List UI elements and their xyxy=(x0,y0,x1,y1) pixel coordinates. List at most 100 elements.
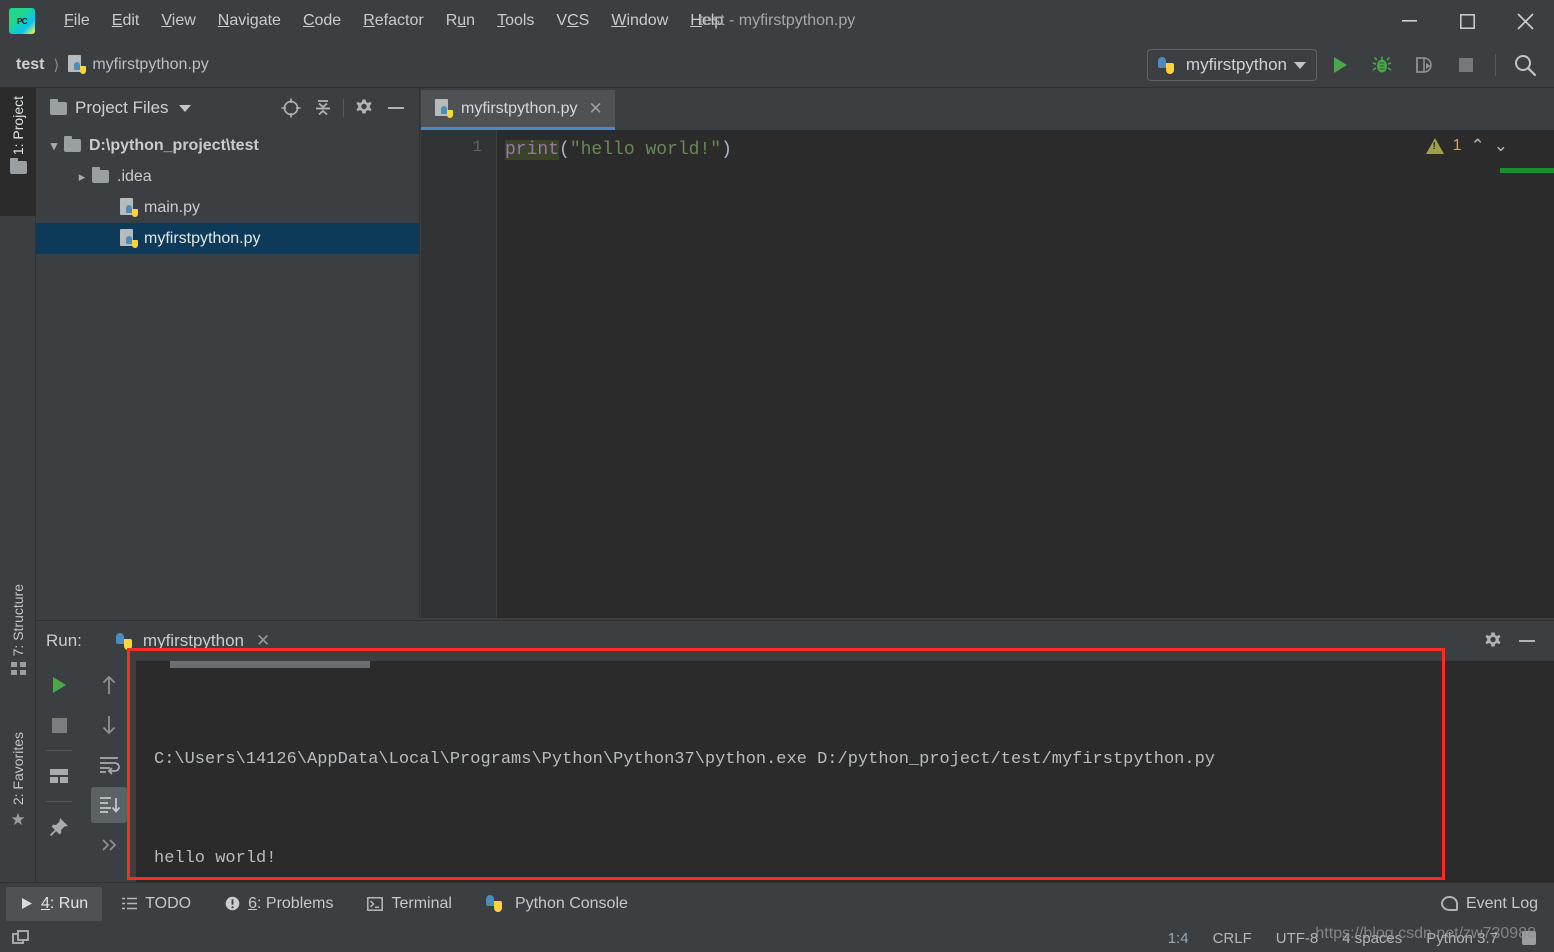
run-configuration-selector[interactable]: myfirstpython xyxy=(1146,49,1317,81)
minimize-button[interactable] xyxy=(1380,0,1438,42)
caret-position[interactable]: 1:4 xyxy=(1168,930,1189,947)
layout-icon[interactable] xyxy=(12,930,31,946)
run-with-coverage-button[interactable] xyxy=(1405,46,1443,84)
code-token-open-paren: ( xyxy=(559,140,570,160)
tab-python-console[interactable]: Python Console xyxy=(472,887,642,921)
search-everywhere-button[interactable] xyxy=(1506,46,1544,84)
code-content[interactable]: print("hello world!") xyxy=(497,130,1554,618)
project-panel-title: Project Files xyxy=(75,98,169,117)
run-tool-window: Run: myfirstpython ✕ C:\Users\14126\AppD… xyxy=(36,620,1554,883)
exclamation-circle-icon xyxy=(225,896,240,911)
close-icon[interactable]: ✕ xyxy=(588,99,602,119)
hide-panel-icon[interactable] xyxy=(381,93,411,123)
tab-problems-label: 6: Problems xyxy=(248,894,334,912)
run-window-header: Run: myfirstpython ✕ xyxy=(36,621,1554,661)
chevron-right-icon[interactable]: ▸ xyxy=(72,169,92,185)
menu-item-tools[interactable]: Tools xyxy=(486,8,545,34)
collapse-all-icon[interactable] xyxy=(308,93,338,123)
play-triangle-icon xyxy=(22,898,32,909)
editor-area: myfirstpython.py ✕ 1 print("hello world!… xyxy=(421,88,1554,618)
sidebar-item-project-label: 1: Project xyxy=(10,96,26,156)
python-icon xyxy=(115,632,132,650)
title-bar: PC File Edit View Navigate Code Refactor… xyxy=(0,0,1554,42)
menu-item-help[interactable]: Help xyxy=(679,8,734,34)
event-log-label: Event Log xyxy=(1465,894,1538,912)
tab-myfirstpython[interactable]: myfirstpython.py ✕ xyxy=(421,90,615,130)
warning-count: 1 xyxy=(1452,137,1462,154)
run-console[interactable]: C:\Users\14126\AppData\Local\Programs\Py… xyxy=(136,661,1554,883)
line-separator[interactable]: CRLF xyxy=(1213,930,1252,947)
sidebar-item-project[interactable]: 1: Project xyxy=(0,88,36,216)
menu-item-edit[interactable]: Edit xyxy=(101,8,151,34)
sidebar-item-favorites-label: 2: Favorites xyxy=(10,732,26,806)
menu-item-view[interactable]: View xyxy=(150,8,206,34)
tree-row[interactable]: ▾ D:\python_project\test xyxy=(36,130,419,161)
tree-row[interactable]: ▸ .idea xyxy=(36,161,419,192)
sidebar-item-structure[interactable]: 7: Structure xyxy=(0,576,36,714)
down-the-stack-button[interactable] xyxy=(91,707,127,743)
folder-icon xyxy=(9,158,27,175)
run-button[interactable] xyxy=(1321,46,1359,84)
more-options-button[interactable] xyxy=(91,827,127,863)
close-button[interactable] xyxy=(1496,0,1554,42)
menu-item-vcs[interactable]: VCS xyxy=(545,8,600,34)
hide-run-panel-icon[interactable] xyxy=(1512,626,1542,656)
run-settings-gear-icon[interactable] xyxy=(1478,626,1508,656)
tab-terminal-label: Terminal xyxy=(391,894,452,912)
main-toolbar: myfirstpython xyxy=(1146,42,1544,88)
stop-button[interactable] xyxy=(1447,46,1485,84)
tree-row[interactable]: main.py xyxy=(36,192,419,223)
tab-run[interactable]: 4: Run xyxy=(6,886,103,921)
maximize-button[interactable] xyxy=(1438,0,1496,42)
status-bar: 1:4 CRLF UTF-8 4 spaces Python 3.7 xyxy=(0,924,1554,952)
up-the-stack-button[interactable] xyxy=(91,667,127,703)
folder-icon xyxy=(92,167,109,183)
code-token-string: "hello world!" xyxy=(569,140,722,160)
menu-item-navigate[interactable]: Navigate xyxy=(207,8,292,34)
close-icon[interactable]: ✕ xyxy=(256,631,270,651)
scroll-to-end-button[interactable] xyxy=(91,787,127,823)
tree-item-label: myfirstpython.py xyxy=(144,229,261,247)
tree-item-label: D:\python_project\test xyxy=(89,136,259,154)
menu-item-run[interactable]: Run xyxy=(435,8,486,34)
menu-item-code[interactable]: Code xyxy=(292,8,352,34)
chevron-down-icon[interactable]: ▾ xyxy=(44,138,64,154)
soft-wrap-button[interactable] xyxy=(91,747,127,783)
select-opened-file-icon[interactable] xyxy=(276,93,306,123)
folder-icon xyxy=(64,136,81,152)
code-line-1: print("hello world!") xyxy=(505,138,1554,162)
breadcrumb-item-file[interactable]: myfirstpython.py xyxy=(92,56,208,74)
tree-row[interactable]: myfirstpython.py xyxy=(36,223,419,254)
run-tab-myfirstpython[interactable]: myfirstpython ✕ xyxy=(115,631,270,651)
previous-highlight-icon[interactable]: ⌃ xyxy=(1471,136,1485,156)
chevron-down-icon[interactable] xyxy=(178,104,191,112)
code-editor[interactable]: 1 print("hello world!") 1 ⌃ ⌄ xyxy=(421,130,1554,618)
tab-problems[interactable]: 6: Problems xyxy=(211,887,347,921)
breadcrumb: test ⟩ myfirstpython.py xyxy=(16,55,209,74)
rerun-button[interactable] xyxy=(41,667,77,703)
python-interpreter[interactable]: Python 3.7 xyxy=(1426,930,1498,947)
file-encoding[interactable]: UTF-8 xyxy=(1276,930,1319,947)
indent-setting[interactable]: 4 spaces xyxy=(1342,930,1402,947)
breadcrumb-item-project[interactable]: test xyxy=(16,56,44,74)
editor-scrollbar[interactable] xyxy=(1540,130,1554,618)
debug-button[interactable] xyxy=(1363,46,1401,84)
stop-process-button[interactable] xyxy=(41,707,77,743)
toggle-tasks-button[interactable] xyxy=(41,758,77,794)
console-scrollbar[interactable] xyxy=(170,661,370,668)
menu-item-window[interactable]: Window xyxy=(600,8,679,34)
lock-icon[interactable] xyxy=(1522,931,1536,945)
status-bar-right: 1:4 CRLF UTF-8 4 spaces Python 3.7 xyxy=(1168,930,1554,947)
tab-todo[interactable]: TODO xyxy=(108,887,205,921)
next-highlight-icon[interactable]: ⌄ xyxy=(1494,136,1508,156)
pin-tab-button[interactable] xyxy=(41,809,77,845)
sidebar-item-favorites[interactable]: 2: Favorites ★ xyxy=(0,724,36,872)
divider xyxy=(46,750,72,751)
project-panel-header: Project Files xyxy=(36,88,419,128)
tab-terminal[interactable]: Terminal xyxy=(353,887,465,921)
inspection-widget[interactable]: 1 ⌃ ⌄ xyxy=(1425,136,1508,156)
event-log-button[interactable]: Event Log xyxy=(1440,894,1538,913)
menu-item-file[interactable]: File xyxy=(53,8,101,34)
menu-item-refactor[interactable]: Refactor xyxy=(352,8,434,34)
settings-gear-icon[interactable] xyxy=(349,93,379,123)
